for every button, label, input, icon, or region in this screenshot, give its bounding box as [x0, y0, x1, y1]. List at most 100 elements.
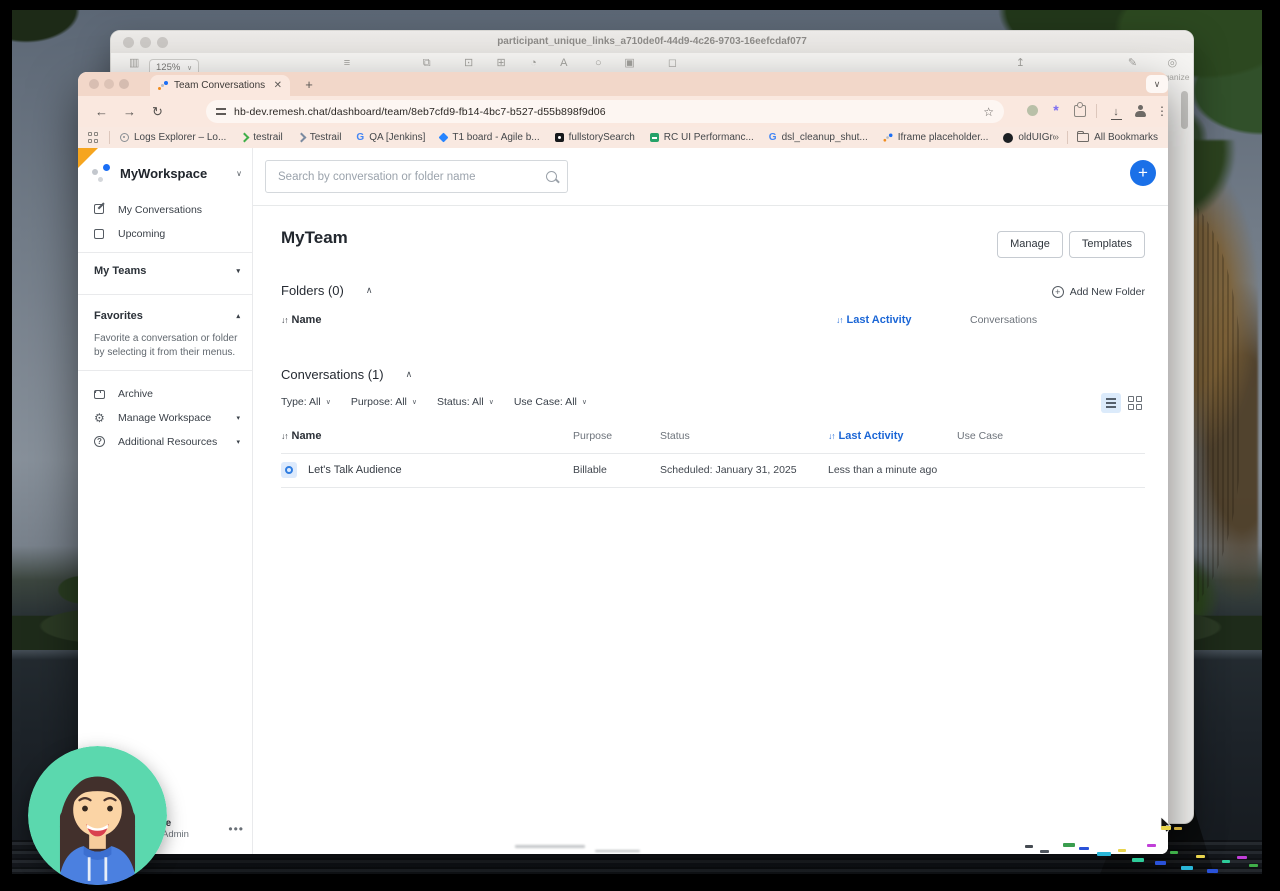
bookmark-testrail-2[interactable]: Testrail [296, 132, 341, 143]
remesh-favicon-icon [883, 133, 893, 142]
search-input[interactable] [276, 169, 546, 184]
sort-icon: ↓↑ [836, 315, 843, 325]
grid-view-button[interactable] [1125, 393, 1145, 413]
tab-close-icon[interactable]: ✕ [274, 80, 282, 91]
organize-icon: ◎ [1167, 57, 1178, 69]
sidebar-item-my-conversations[interactable]: My Conversations [78, 198, 252, 222]
filter-type[interactable]: Type: All ∨ [281, 396, 331, 408]
scrollbar-thumb[interactable] [1181, 91, 1188, 129]
col-last-activity[interactable]: ↓↑ Last Activity [828, 430, 957, 442]
folders-heading: Folders (0) [281, 283, 344, 298]
insert-icon: ⊡ [464, 57, 474, 69]
new-tab-button[interactable]: + [300, 76, 318, 94]
chevron-down-icon: ∨ [581, 399, 587, 406]
profile-icon[interactable] [1132, 103, 1148, 119]
webcam-bubble[interactable] [28, 746, 167, 885]
collapse-chevron-icon[interactable]: ∧ [406, 369, 413, 380]
filter-status[interactable]: Status: All ∨ [437, 396, 494, 408]
conversation-name-cell[interactable]: Let's Talk Audience [281, 462, 573, 478]
add-new-folder-button[interactable]: + Add New Folder [1051, 286, 1145, 298]
sidebar-item-archive[interactable]: Archive [78, 382, 252, 406]
extension-flower-icon[interactable]: * [1048, 103, 1064, 119]
edit-icon [94, 203, 107, 217]
header-buttons: Manage Templates [997, 231, 1145, 258]
conversation-status-cell: Scheduled: January 31, 2025 [660, 464, 797, 476]
bookmark-dsl-cleanup[interactable]: Gdsl_cleanup_shut... [769, 132, 868, 143]
col-status[interactable]: Status [660, 430, 828, 442]
sort-icon: ↓↑ [281, 431, 288, 441]
col-name[interactable]: ↓↑ Name [281, 430, 573, 442]
workspace-logo-icon [92, 164, 110, 182]
main-panel: + MyTeam Manage Templates Folders (0) ∧ … [253, 148, 1168, 854]
google-icon: G [768, 132, 777, 143]
manage-button[interactable]: Manage [997, 231, 1063, 258]
sidebar-item-manage-workspace[interactable]: ⚙ Manage Workspace ▾ [78, 406, 240, 430]
conversations-section-header: Conversations (1) ∧ [281, 367, 412, 382]
bookmark-logs-explorer[interactable]: Logs Explorer – Lo... [120, 132, 226, 143]
format-icon: ✎ [1127, 57, 1138, 69]
sidebar-section-my-teams[interactable]: My Teams ▾ [94, 265, 240, 277]
reload-button[interactable]: ↻ [148, 102, 167, 121]
bookmarks-separator [109, 131, 110, 144]
list-view-button[interactable] [1101, 393, 1121, 413]
filter-purpose[interactable]: Purpose: All ∨ [351, 396, 417, 408]
forward-button[interactable]: → [120, 102, 139, 121]
minimize-traffic-light[interactable] [104, 79, 114, 89]
extensions-puzzle-icon[interactable] [1072, 102, 1088, 119]
sidebar-item-additional-resources[interactable]: ? Additional Resources ▾ [78, 430, 240, 454]
bookmark-qa-jenkins[interactable]: G QA [Jenkins] [356, 132, 425, 143]
extension-icon[interactable] [1024, 103, 1040, 119]
downloads-icon[interactable]: ↓ [1108, 103, 1124, 120]
search-field[interactable] [265, 160, 568, 193]
window-titlebar: participant_unique_links_a710de0f-44d9-4… [111, 31, 1193, 53]
toolbar-separator [1096, 104, 1097, 118]
col-use-case[interactable]: Use Case [957, 430, 1145, 442]
back-button[interactable]: ← [92, 102, 111, 121]
menu-dots-icon[interactable]: ⋮ [1154, 103, 1170, 119]
browser-toolbar: ← → ↻ hb-dev.remesh.chat/dashboard/team/… [78, 96, 1168, 127]
address-bar[interactable]: hb-dev.remesh.chat/dashboard/team/8eb7cf… [206, 100, 1004, 123]
apps-grid-icon[interactable] [88, 132, 99, 143]
zoom-traffic-light[interactable] [119, 79, 129, 89]
tab-title: Team Conversations [174, 80, 266, 91]
browser-tab[interactable]: Team Conversations ✕ [150, 75, 290, 96]
google-icon: G [356, 132, 365, 143]
search-row: + [253, 148, 1168, 206]
bookmark-rc-ui[interactable]: RC UI Performanc... [649, 132, 754, 143]
bookmarks-right: » All Bookmarks [1054, 131, 1158, 144]
bookmarks-overflow-icon[interactable]: » [1054, 132, 1059, 143]
bookmark-testrail[interactable]: testrail [239, 132, 283, 143]
conversation-row[interactable]: Let's Talk Audience Billable Scheduled: … [281, 454, 1145, 486]
user-menu-dots-icon[interactable]: ••• [228, 822, 244, 836]
sidebar-section-favorites[interactable]: Favorites ▴ [94, 310, 240, 322]
sort-icon: ↓↑ [828, 431, 835, 441]
view-toggle [1101, 393, 1145, 413]
conversation-purpose-cell: Billable [573, 464, 607, 476]
sidebar-item-upcoming[interactable]: Upcoming [78, 222, 252, 246]
folders-conversations-column[interactable]: Conversations [970, 314, 1145, 326]
workspace-switcher[interactable]: MyWorkspace ∨ [92, 164, 242, 182]
folders-name-column[interactable]: ↓↑ Name [281, 314, 836, 326]
bookmark-t1-board[interactable]: T1 board - Agile b... [438, 132, 540, 143]
close-traffic-light[interactable] [89, 79, 99, 89]
tab-search-chevron-icon[interactable]: ∨ [1146, 75, 1168, 93]
bookmark-iframe-placeholder[interactable]: Iframe placeholder... [883, 132, 988, 143]
bookmark-github[interactable]: oldUIGreen&Black [1003, 132, 1054, 143]
create-conversation-button[interactable]: + [1130, 160, 1156, 186]
table-icon: ⊞ [496, 57, 506, 69]
templates-button[interactable]: Templates [1068, 231, 1145, 258]
bookmark-star-icon[interactable]: ☆ [983, 105, 994, 119]
site-settings-icon[interactable] [216, 107, 226, 116]
chevron-down-icon: ∨ [411, 399, 417, 406]
folders-last-activity-column[interactable]: ↓↑ Last Activity [836, 314, 970, 326]
url-text[interactable]: hb-dev.remesh.chat/dashboard/team/8eb7cf… [234, 106, 983, 118]
all-bookmarks-button[interactable]: All Bookmarks [1077, 131, 1158, 143]
conversations-heading: Conversations (1) [281, 367, 384, 382]
col-purpose[interactable]: Purpose [573, 430, 660, 442]
filter-use-case[interactable]: Use Case: All ∨ [514, 396, 587, 408]
sidebar-divider [78, 370, 252, 371]
chevron-down-icon: ∨ [236, 168, 242, 178]
bookmark-fullstory[interactable]: fullstorySearch [554, 132, 635, 143]
collapse-chevron-icon[interactable]: ∧ [366, 285, 373, 296]
pivot-table-icon: ⧉ [422, 57, 431, 69]
